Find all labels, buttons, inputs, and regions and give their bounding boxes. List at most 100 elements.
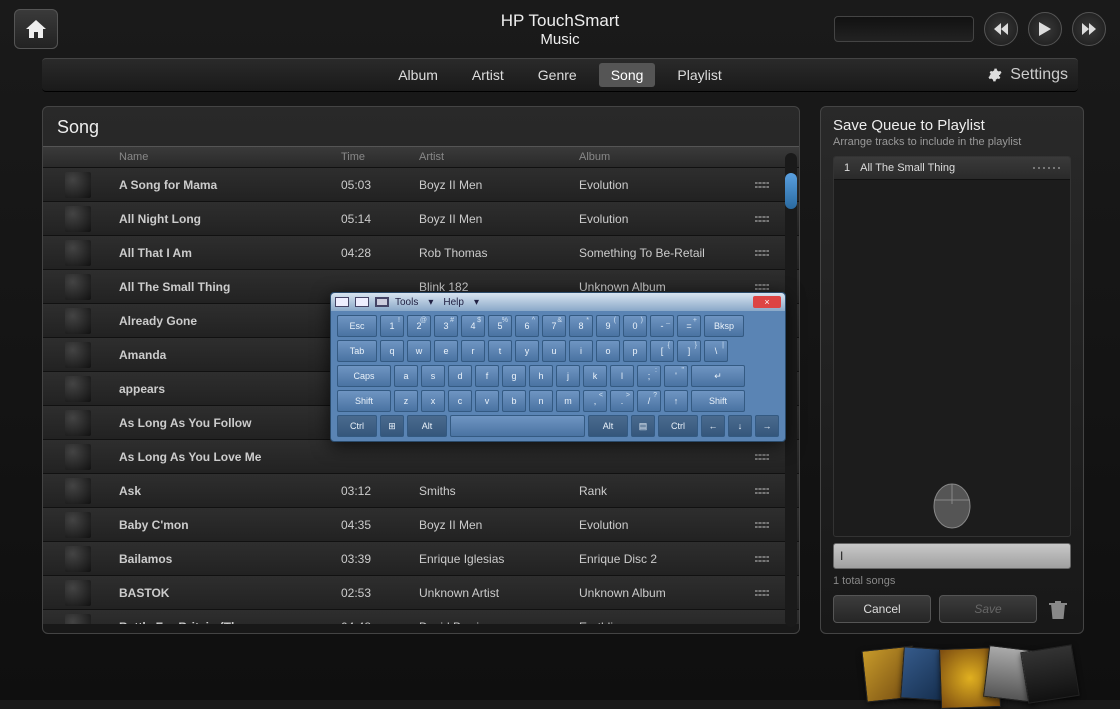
- osk-key[interactable]: v: [475, 390, 499, 412]
- osk-key[interactable]: '": [664, 365, 688, 387]
- song-scrollbar-thumb[interactable]: [785, 173, 797, 209]
- home-button[interactable]: [14, 9, 58, 49]
- osk-key[interactable]: 1!: [380, 315, 404, 337]
- osk-key[interactable]: →: [755, 415, 779, 437]
- col-artist[interactable]: Artist: [419, 151, 579, 163]
- drag-handle-icon[interactable]: [1033, 167, 1060, 169]
- osk-key[interactable]: w: [407, 340, 431, 362]
- osk-key[interactable]: g: [502, 365, 526, 387]
- osk-key[interactable]: e: [434, 340, 458, 362]
- drag-handle-icon[interactable]: [747, 522, 777, 528]
- osk-key[interactable]: Shift: [691, 390, 745, 412]
- osk-key[interactable]: .>: [610, 390, 634, 412]
- osk-menu-tools[interactable]: Tools: [395, 297, 418, 308]
- osk-key[interactable]: ↓: [728, 415, 752, 437]
- osk-mode-icon-1[interactable]: [335, 297, 349, 307]
- drag-handle-icon[interactable]: [747, 284, 777, 290]
- osk-key[interactable]: t: [488, 340, 512, 362]
- osk-key[interactable]: x: [421, 390, 445, 412]
- osk-key[interactable]: ,<: [583, 390, 607, 412]
- drag-handle-icon[interactable]: [747, 590, 777, 596]
- drag-handle-icon[interactable]: [747, 182, 777, 188]
- osk-key[interactable]: ↑: [664, 390, 688, 412]
- tab-album[interactable]: Album: [386, 63, 450, 87]
- osk-key[interactable]: 6^: [515, 315, 539, 337]
- osk-key[interactable]: b: [502, 390, 526, 412]
- osk-key[interactable]: 2@: [407, 315, 431, 337]
- osk-key[interactable]: /?: [637, 390, 661, 412]
- osk-key[interactable]: c: [448, 390, 472, 412]
- osk-key[interactable]: j: [556, 365, 580, 387]
- osk-key[interactable]: q: [380, 340, 404, 362]
- trash-button[interactable]: [1045, 595, 1071, 623]
- song-row[interactable]: As Long As You Love Me: [43, 440, 799, 474]
- tab-song[interactable]: Song: [599, 63, 656, 87]
- osk-key[interactable]: f: [475, 365, 499, 387]
- osk-key[interactable]: Esc: [337, 315, 377, 337]
- drag-handle-icon[interactable]: [747, 454, 777, 460]
- drag-handle-icon[interactable]: [747, 488, 777, 494]
- col-name[interactable]: Name: [119, 151, 341, 163]
- playlist-name-input[interactable]: [833, 543, 1071, 569]
- song-row[interactable]: A Song for Mama05:03Boyz II MenEvolution: [43, 168, 799, 202]
- queue-item[interactable]: 1All The Small Thing: [834, 157, 1070, 180]
- osk-key[interactable]: n: [529, 390, 553, 412]
- osk-key[interactable]: z: [394, 390, 418, 412]
- osk-menu-help[interactable]: Help: [443, 297, 464, 308]
- osk-key[interactable]: y: [515, 340, 539, 362]
- osk-key[interactable]: Caps: [337, 365, 391, 387]
- song-row[interactable]: Baby C'mon04:35Boyz II MenEvolution: [43, 508, 799, 542]
- osk-key[interactable]: 8*: [569, 315, 593, 337]
- save-button[interactable]: Save: [939, 595, 1037, 623]
- osk-key[interactable]: Ctrl: [658, 415, 698, 437]
- osk-key[interactable]: =+: [677, 315, 701, 337]
- cancel-button[interactable]: Cancel: [833, 595, 931, 623]
- osk-key[interactable]: i: [569, 340, 593, 362]
- osk-key[interactable]: ⊞: [380, 415, 404, 437]
- osk-key[interactable]: ←: [701, 415, 725, 437]
- osk-key[interactable]: [{: [650, 340, 674, 362]
- osk-key[interactable]: a: [394, 365, 418, 387]
- next-button[interactable]: [1072, 12, 1106, 46]
- osk-key[interactable]: 9(: [596, 315, 620, 337]
- osk-key[interactable]: ;:: [637, 365, 661, 387]
- osk-key[interactable]: 5%: [488, 315, 512, 337]
- drag-handle-icon[interactable]: [747, 556, 777, 562]
- osk-key[interactable]: Alt: [407, 415, 447, 437]
- drag-handle-icon[interactable]: [747, 624, 777, 625]
- song-row[interactable]: Battle For Britain (The04:48David BowieE…: [43, 610, 799, 624]
- osk-key[interactable]: \|: [704, 340, 728, 362]
- drag-handle-icon[interactable]: [747, 250, 777, 256]
- osk-key[interactable]: Ctrl: [337, 415, 377, 437]
- osk-key[interactable]: s: [421, 365, 445, 387]
- osk-key[interactable]: ↵: [691, 365, 745, 387]
- song-row[interactable]: Ask03:12SmithsRank: [43, 474, 799, 508]
- song-row[interactable]: All That I Am04:28Rob ThomasSomething To…: [43, 236, 799, 270]
- osk-mode-icon-3[interactable]: [375, 297, 389, 307]
- osk-key[interactable]: -_: [650, 315, 674, 337]
- osk-key[interactable]: Bksp: [704, 315, 744, 337]
- osk-key[interactable]: u: [542, 340, 566, 362]
- song-row[interactable]: All Night Long05:14Boyz II MenEvolution: [43, 202, 799, 236]
- tab-playlist[interactable]: Playlist: [665, 63, 733, 87]
- play-button[interactable]: [1028, 12, 1062, 46]
- osk-titlebar[interactable]: Tools▾ Help▾ ×: [331, 293, 785, 311]
- osk-key[interactable]: h: [529, 365, 553, 387]
- osk-key[interactable]: d: [448, 365, 472, 387]
- osk-key[interactable]: p: [623, 340, 647, 362]
- osk-key[interactable]: Tab: [337, 340, 377, 362]
- osk-key[interactable]: Shift: [337, 390, 391, 412]
- settings-button[interactable]: Settings: [988, 66, 1068, 84]
- onscreen-keyboard[interactable]: Tools▾ Help▾ × Esc1!2@3#4$5%6^7&8*9(0)-_…: [330, 292, 786, 442]
- osk-key[interactable]: 7&: [542, 315, 566, 337]
- song-row[interactable]: BASTOK02:53Unknown ArtistUnknown Album: [43, 576, 799, 610]
- osk-key[interactable]: 3#: [434, 315, 458, 337]
- osk-key[interactable]: Alt: [588, 415, 628, 437]
- tab-genre[interactable]: Genre: [526, 63, 589, 87]
- prev-button[interactable]: [984, 12, 1018, 46]
- osk-key[interactable]: o: [596, 340, 620, 362]
- osk-close-button[interactable]: ×: [753, 296, 781, 308]
- osk-mode-icon-2[interactable]: [355, 297, 369, 307]
- tab-artist[interactable]: Artist: [460, 63, 516, 87]
- osk-key[interactable]: 4$: [461, 315, 485, 337]
